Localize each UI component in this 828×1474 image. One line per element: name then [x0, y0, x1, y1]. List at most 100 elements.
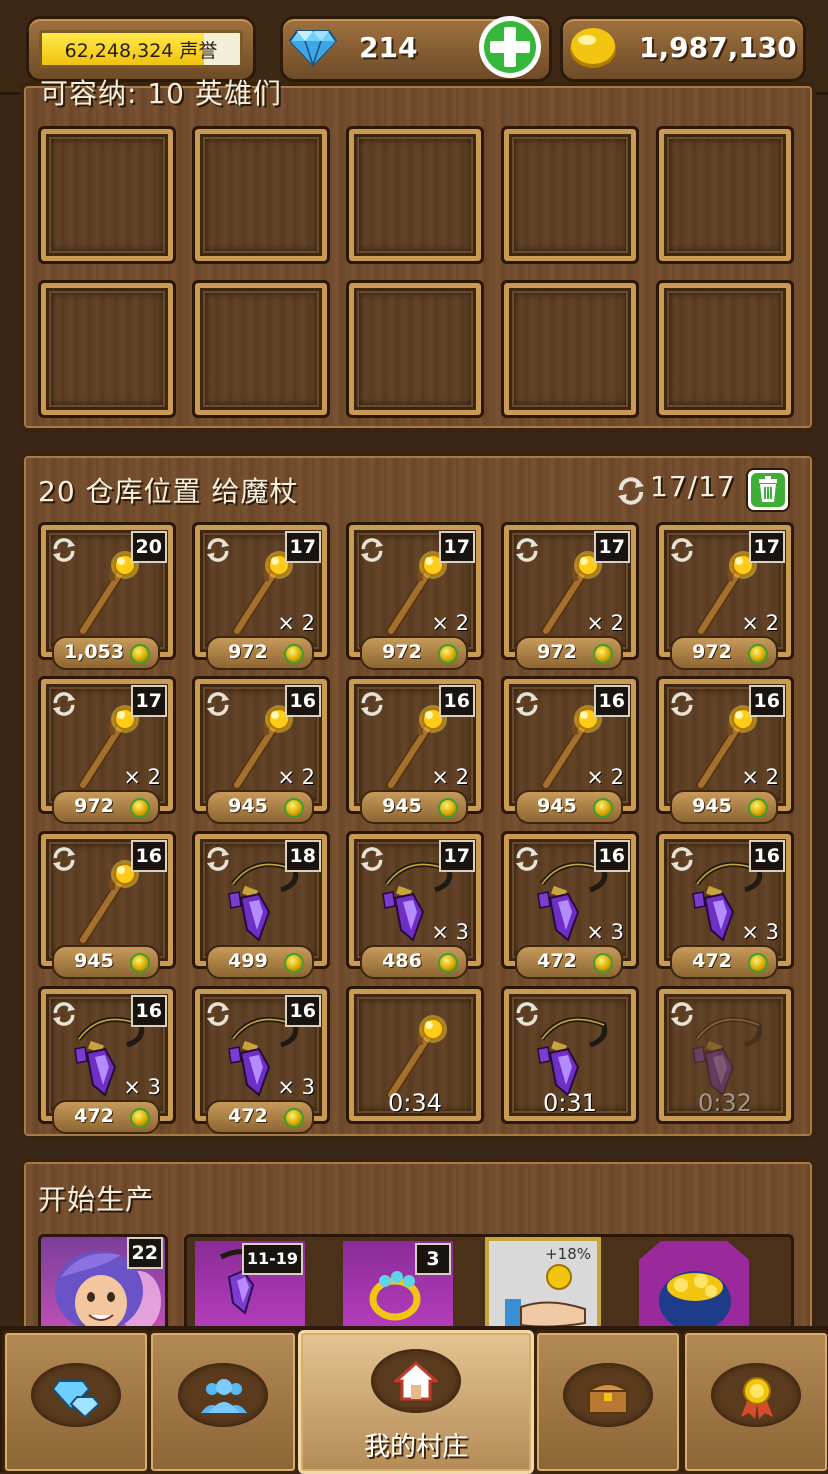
bonus-card[interactable]: +18%	[485, 1237, 601, 1331]
sell-price-tag[interactable]: 486	[360, 945, 468, 979]
sell-price-tag[interactable]: 472	[670, 945, 778, 979]
item-quantity: × 3	[123, 1075, 161, 1099]
storage-item[interactable]: 17 × 2 972	[656, 522, 794, 670]
nav-chest-button[interactable]	[534, 1330, 682, 1474]
sell-price-tag[interactable]: 472	[515, 945, 623, 979]
hero-slot-inner	[514, 293, 626, 405]
gold-sack-card[interactable]	[639, 1241, 749, 1331]
sell-price-value: 972	[537, 641, 577, 663]
hero-slot-empty[interactable]	[192, 126, 330, 264]
refresh-icon	[359, 537, 385, 563]
hero-slot-inner	[51, 293, 163, 405]
gold-pill[interactable]: 1,987,130	[560, 16, 806, 82]
sell-price-tag[interactable]: 972	[515, 636, 623, 670]
hero-slot-empty[interactable]	[501, 280, 639, 418]
storage-item[interactable]: 17 × 2 972	[346, 522, 484, 670]
trash-button[interactable]	[746, 468, 790, 512]
storage-item[interactable]: 0:34	[346, 986, 484, 1124]
hero-slot-empty[interactable]	[192, 280, 330, 418]
refresh-icon	[51, 537, 77, 563]
storage-item[interactable]: 17 × 2 972	[38, 676, 176, 824]
item-level-badge: 17	[593, 531, 630, 563]
storage-item[interactable]: 16 × 2 945	[346, 676, 484, 824]
item-level-badge: 16	[748, 840, 785, 872]
sell-price-tag[interactable]: 972	[670, 636, 778, 670]
sell-price-tag[interactable]: 472	[52, 1100, 160, 1134]
bottom-nav: 我的村庄	[0, 1326, 828, 1474]
nav-gems-button[interactable]	[2, 1330, 150, 1474]
production-title: 开始生产	[38, 1183, 155, 1216]
item-quantity: × 3	[277, 1075, 315, 1099]
hero-slot-empty[interactable]	[656, 280, 794, 418]
storage-item[interactable]: 16 × 2 945	[656, 676, 794, 824]
hero-slot-empty[interactable]	[656, 126, 794, 264]
gold-sack-icon	[659, 1271, 731, 1331]
storage-item[interactable]: 18 499	[192, 831, 330, 979]
gem-icon	[289, 30, 337, 67]
refresh-icon	[618, 477, 644, 505]
amulet-recipe-card[interactable]: 11-19	[195, 1241, 305, 1331]
item-quantity: × 3	[431, 920, 469, 944]
sell-price-value: 972	[228, 641, 268, 663]
sell-price-tag[interactable]: 945	[670, 790, 778, 824]
hero-portrait-card[interactable]: 22	[38, 1234, 168, 1331]
magic-staff-icon	[369, 1009, 461, 1101]
hero-slot-empty[interactable]	[346, 280, 484, 418]
item-quantity: × 3	[741, 920, 779, 944]
nav-village-button[interactable]: 我的村庄	[298, 1330, 534, 1474]
sell-price-tag[interactable]: 945	[515, 790, 623, 824]
storage-item[interactable]: 20 1,053	[38, 522, 176, 670]
item-quantity: × 2	[586, 611, 624, 635]
nav-achievements-button[interactable]	[682, 1330, 828, 1474]
storage-item[interactable]: 16 × 2 945	[192, 676, 330, 824]
hero-capacity-panel: 可容纳: 10 英雄们	[20, 77, 816, 432]
gems-pill[interactable]: 214	[280, 16, 552, 82]
sell-price-tag[interactable]: 945	[206, 790, 314, 824]
storage-item[interactable]: 16 × 3 472	[501, 831, 639, 979]
storage-item[interactable]: 17 × 2 972	[192, 522, 330, 670]
hero-slot-inner	[669, 139, 781, 251]
sell-price-tag[interactable]: 945	[52, 945, 160, 979]
storage-item[interactable]: 16 × 3 472	[192, 986, 330, 1134]
sell-price-value: 472	[228, 1105, 268, 1127]
storage-item[interactable]: 16 × 2 945	[501, 676, 639, 824]
refresh-icon	[514, 1001, 540, 1027]
storage-item[interactable]: 17 × 2 972	[501, 522, 639, 670]
gold-coin-icon	[130, 644, 150, 664]
storage-item[interactable]: 16 945	[38, 831, 176, 979]
sell-price-tag[interactable]: 499	[206, 945, 314, 979]
item-quantity: × 2	[741, 765, 779, 789]
sell-price-tag[interactable]: 945	[360, 790, 468, 824]
storage-item[interactable]: 16 × 3 472	[38, 986, 176, 1134]
hero-slot-empty[interactable]	[346, 126, 484, 264]
storage-item[interactable]: 17 × 3 486	[346, 831, 484, 979]
storage-panel: 20 仓库位置 给魔杖 17/17 20 1,053 17 × 2 972 17 × 2 97…	[20, 452, 816, 1140]
item-level-badge: 20	[130, 531, 167, 563]
item-level-badge: 17	[438, 840, 475, 872]
hero-slot-inner	[514, 139, 626, 251]
item-level-badge: 16	[130, 995, 167, 1027]
sell-price-tag[interactable]: 972	[52, 790, 160, 824]
gold-coin-icon	[284, 1108, 304, 1128]
sell-price-tag[interactable]: 472	[206, 1100, 314, 1134]
item-quantity: × 2	[123, 765, 161, 789]
hero-slot-empty[interactable]	[501, 126, 639, 264]
nav-heroes-button[interactable]	[148, 1330, 298, 1474]
sell-price-value: 945	[692, 795, 732, 817]
refresh-icon	[359, 846, 385, 872]
storage-item[interactable]: 0:32	[656, 986, 794, 1124]
storage-item[interactable]: 0:31	[501, 986, 639, 1124]
gold-coin-icon	[438, 644, 458, 664]
hero-slot-empty[interactable]	[38, 280, 176, 418]
sell-price-tag[interactable]: 972	[206, 636, 314, 670]
storage-item[interactable]: 16 × 3 472	[656, 831, 794, 979]
ring-recipe-card[interactable]: 3	[343, 1241, 453, 1331]
sell-price-value: 945	[74, 950, 114, 972]
hero-slot-empty[interactable]	[38, 126, 176, 264]
item-level-badge: 16	[130, 840, 167, 872]
sell-price-tag[interactable]: 1,053	[52, 636, 160, 670]
add-gems-plus-icon[interactable]	[476, 13, 544, 81]
sell-price-tag[interactable]: 972	[360, 636, 468, 670]
item-quantity: × 2	[431, 611, 469, 635]
reputation-text: 62,248,324 声誉	[64, 40, 218, 62]
